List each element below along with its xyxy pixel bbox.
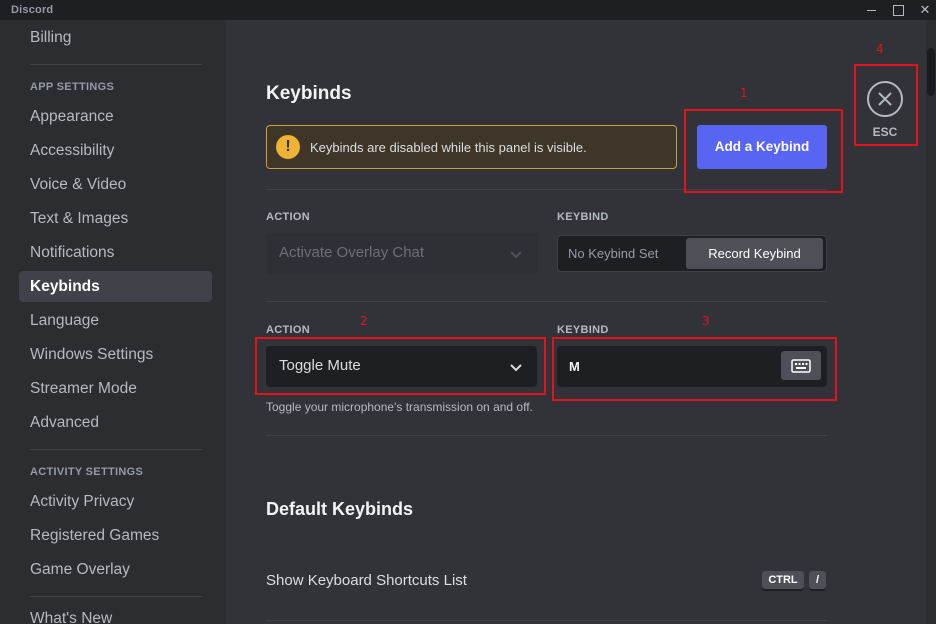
action-select-value: Activate Overlay Chat — [279, 244, 425, 261]
window-close-icon[interactable]: ✕ — [911, 0, 936, 20]
keybind-record-field: No Keybind Set Record Keybind — [557, 235, 827, 272]
sidebar-item-streamer-mode[interactable]: Streamer Mode — [19, 373, 212, 404]
annotation-number-1: 1 — [740, 86, 748, 100]
minimize-icon[interactable] — [857, 0, 885, 20]
keybind-label: KEYBIND — [557, 211, 609, 223]
row-divider — [266, 620, 827, 621]
action-select-disabled: Activate Overlay Chat — [266, 233, 537, 274]
keybind-placeholder: No Keybind Set — [568, 246, 659, 261]
sidebar-item-advanced[interactable]: Advanced — [19, 407, 212, 438]
scrollbar-thumb[interactable] — [927, 48, 935, 96]
sidebar-item-voice-video[interactable]: Voice & Video — [19, 169, 212, 200]
action-label: ACTION — [266, 211, 310, 223]
annotation-number-3: 3 — [702, 314, 710, 328]
sidebar-item-whats-new[interactable]: What's New — [19, 603, 212, 624]
sidebar-divider — [30, 449, 202, 450]
section-divider — [266, 435, 827, 436]
action-label: ACTION — [266, 324, 310, 336]
sidebar-item-windows-settings[interactable]: Windows Settings — [19, 339, 212, 370]
annotation-number-2: 2 — [360, 314, 368, 328]
sidebar-item-game-overlay[interactable]: Game Overlay — [19, 554, 212, 585]
sidebar-header-app-settings: APP SETTINGS — [30, 81, 115, 93]
scrollbar-track[interactable] — [926, 20, 936, 624]
sidebar-item-registered-games[interactable]: Registered Games — [19, 520, 212, 551]
sidebar-item-notifications[interactable]: Notifications — [19, 237, 212, 268]
sidebar-item-accessibility[interactable]: Accessibility — [19, 135, 212, 166]
default-keybinds-title: Default Keybinds — [266, 499, 414, 519]
keycap-ctrl: CTRL — [762, 571, 804, 589]
keycap-slash: / — [809, 571, 826, 589]
chevron-down-icon — [510, 251, 522, 259]
sidebar-header-activity-settings: ACTIVITY SETTINGS — [30, 466, 144, 478]
record-keybind-button[interactable]: Record Keybind — [686, 238, 823, 269]
sidebar-item-language[interactable]: Language — [19, 305, 212, 336]
annotation-box-3 — [552, 337, 837, 401]
app-title: Discord — [11, 4, 54, 16]
maximize-icon[interactable] — [884, 0, 912, 20]
sidebar-item-keybinds[interactable]: Keybinds — [19, 271, 212, 302]
keybind-label: KEYBIND — [557, 324, 609, 336]
annotation-box-4 — [854, 64, 918, 146]
sidebar-divider — [30, 596, 202, 597]
warning-icon: ! — [276, 135, 300, 159]
annotation-box-2 — [255, 337, 546, 395]
warning-text: Keybinds are disabled while this panel i… — [310, 140, 587, 155]
title-bar: Discord ✕ — [0, 0, 936, 20]
settings-sidebar: Billing APP SETTINGS Appearance Accessib… — [0, 20, 226, 624]
row-divider — [266, 301, 827, 302]
sidebar-divider — [30, 64, 202, 65]
sidebar-item-billing[interactable]: Billing — [19, 22, 212, 53]
annotation-number-4: 4 — [876, 42, 884, 56]
page-title: Keybinds — [266, 83, 352, 104]
default-keybind-label: Show Keyboard Shortcuts List — [266, 572, 467, 589]
sidebar-item-activity-privacy[interactable]: Activity Privacy — [19, 486, 212, 517]
sidebar-item-appearance[interactable]: Appearance — [19, 101, 212, 132]
warning-banner: ! Keybinds are disabled while this panel… — [266, 125, 677, 169]
action-description: Toggle your microphone's transmission on… — [266, 400, 533, 414]
annotation-box-1 — [684, 109, 843, 193]
sidebar-item-text-images[interactable]: Text & Images — [19, 203, 212, 234]
